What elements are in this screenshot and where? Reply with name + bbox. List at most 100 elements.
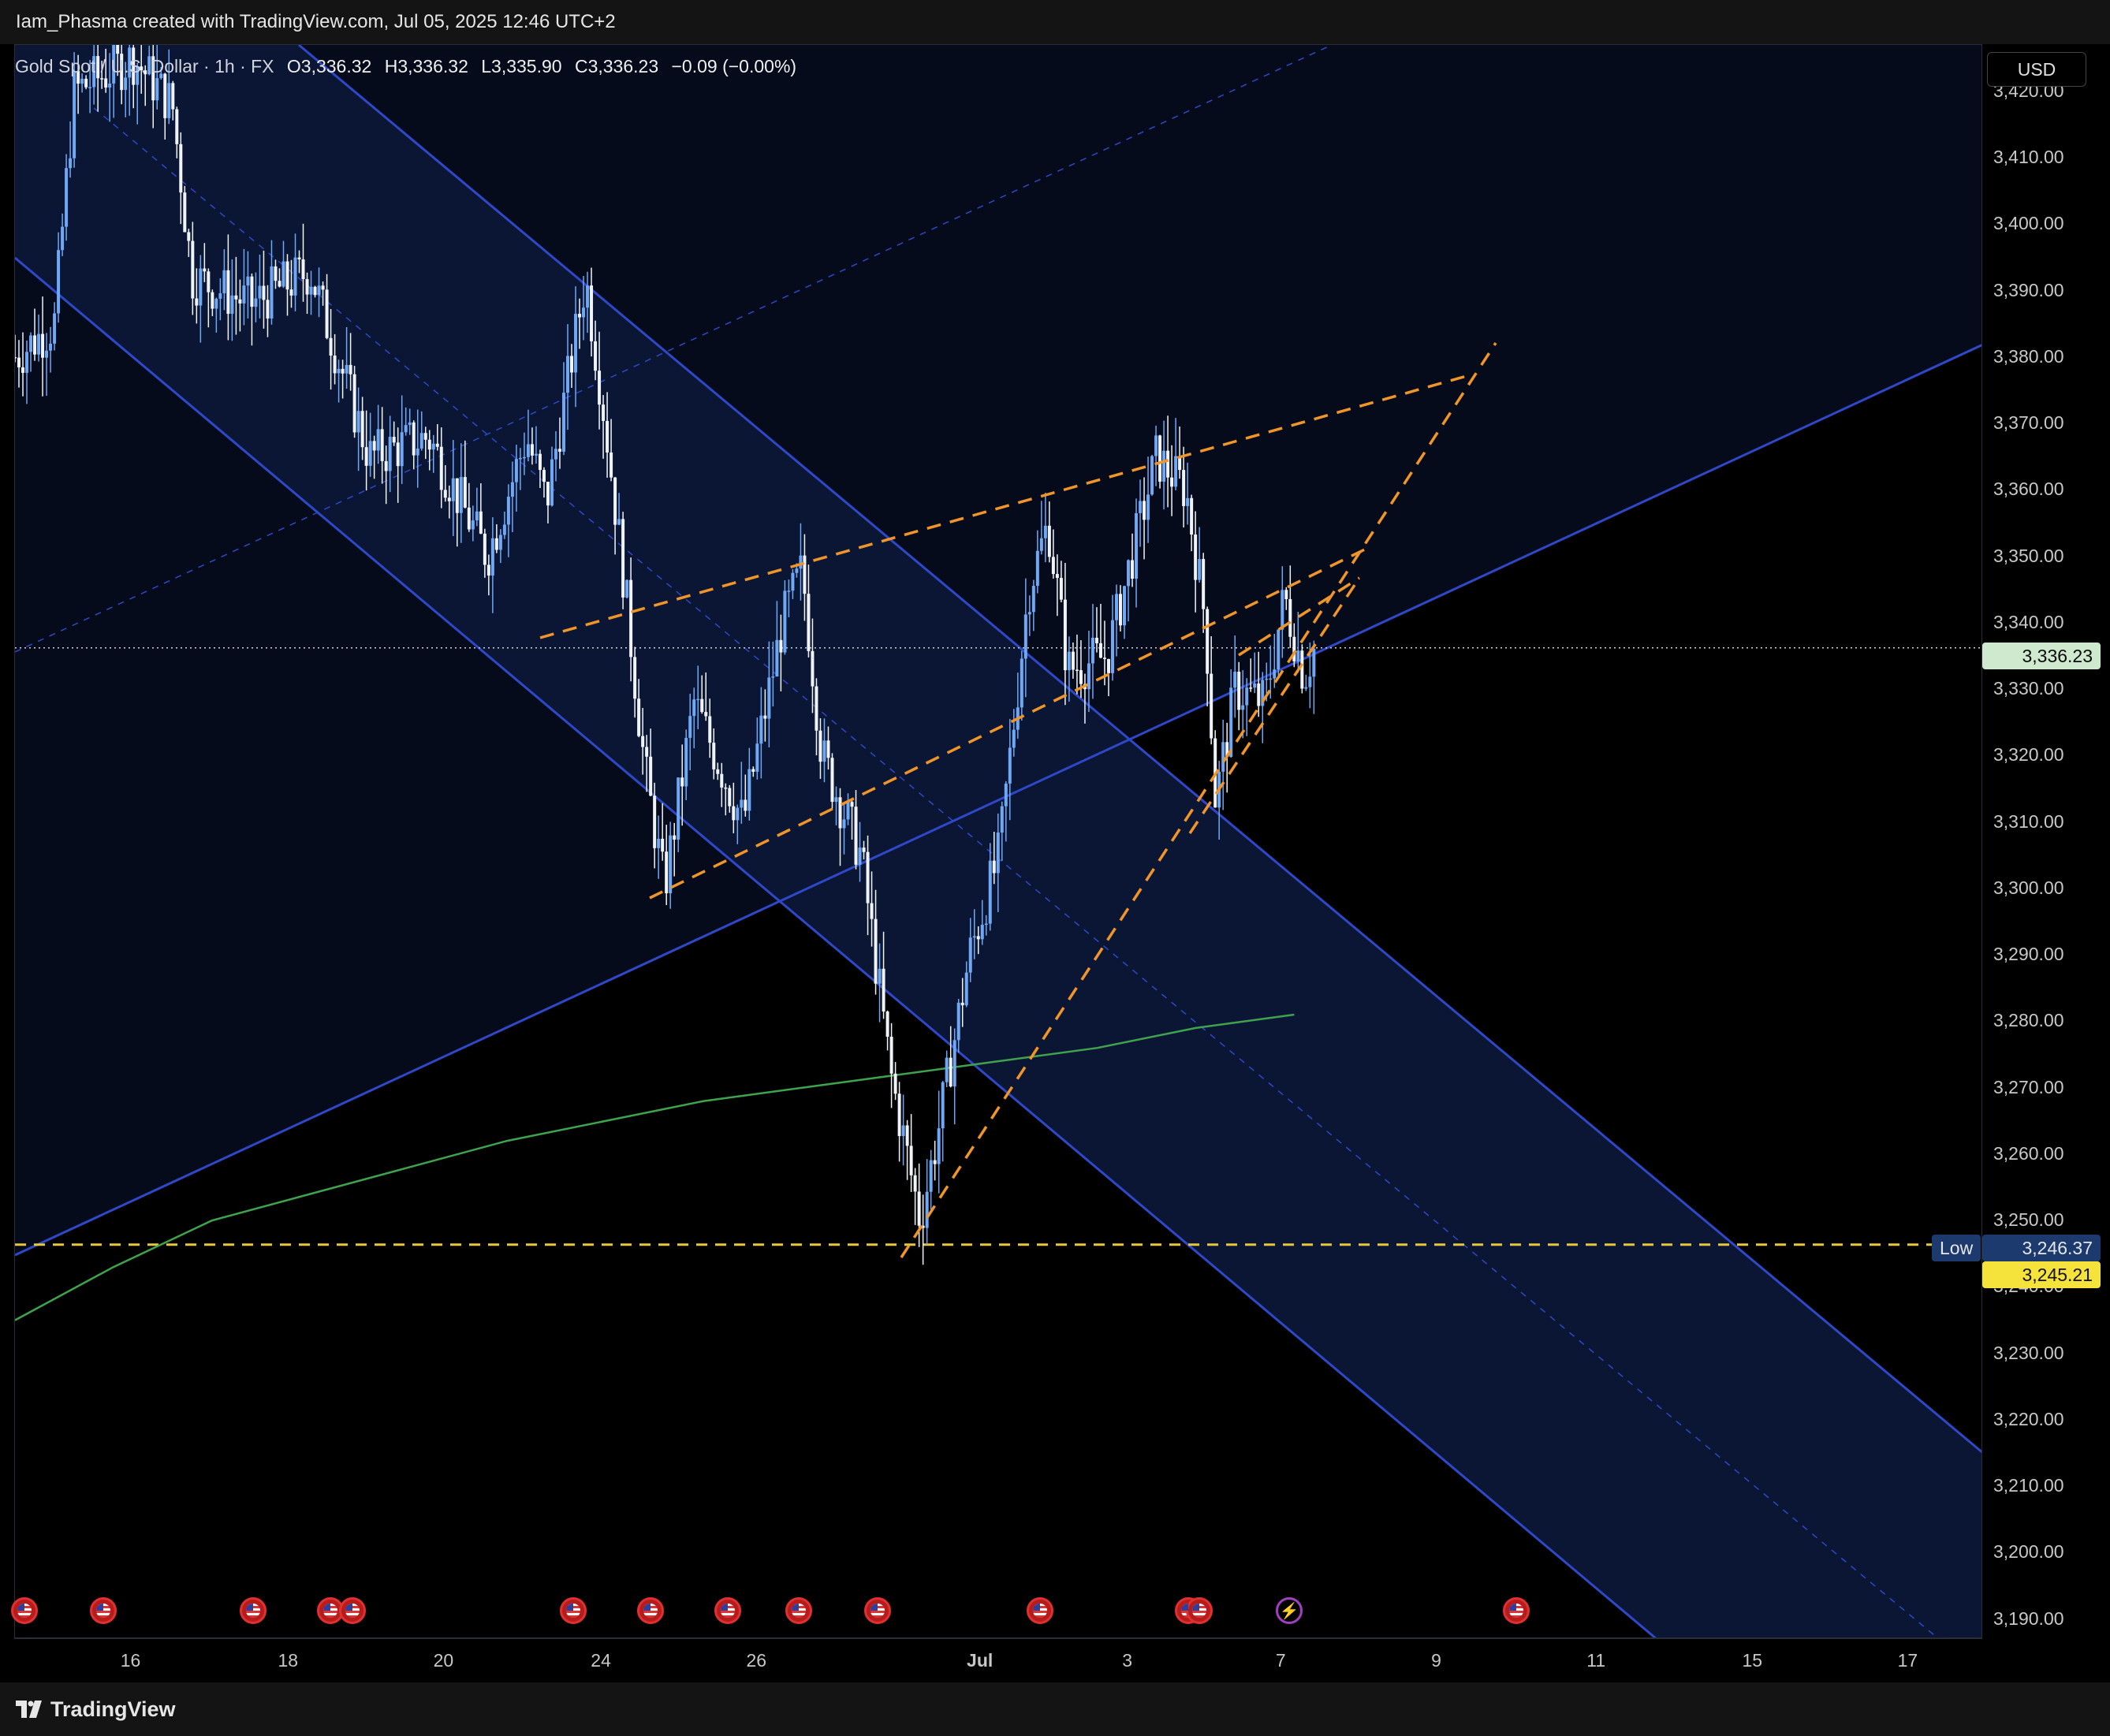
candle-body: [352, 374, 356, 433]
time-axis[interactable]: 16 18 20 24 26 Jul 3 7 9 11 15 17: [14, 1638, 1982, 1682]
candle-body: [1292, 636, 1296, 661]
candle-body: [945, 1057, 949, 1082]
tradingview-logo[interactable]: TradingView: [0, 1697, 176, 1722]
candle-body: [1115, 594, 1119, 620]
price-tick-label: 3,220.00: [1993, 1408, 2064, 1429]
candle-body: [933, 1160, 937, 1164]
tradingview-logo-icon: [16, 1701, 42, 1718]
candle-body: [1237, 672, 1241, 710]
us-flag-icon[interactable]: [714, 1597, 741, 1624]
candle-body: [1063, 599, 1067, 671]
candle-body: [1106, 658, 1110, 673]
candle-body: [1110, 620, 1114, 673]
us-flag-icon[interactable]: [560, 1597, 587, 1624]
candle-body: [423, 433, 427, 440]
candle-body: [866, 851, 870, 903]
candle-body: [526, 444, 530, 457]
candle-body: [80, 78, 84, 84]
candle-body: [45, 350, 49, 358]
lightning-icon[interactable]: ⚡: [1276, 1597, 1303, 1624]
header-bar: Iam_Phasma created with TradingView.com,…: [0, 0, 2110, 44]
low-label-badge: Low: [1932, 1235, 1981, 1261]
candle-body: [195, 298, 199, 306]
us-flag-icon[interactable]: [11, 1597, 38, 1624]
candle-body: [1039, 538, 1043, 551]
candle-body: [1135, 512, 1139, 579]
candle-body: [494, 538, 498, 550]
candle-body: [610, 452, 613, 478]
candle-body: [171, 83, 175, 110]
candle-body: [550, 459, 554, 506]
candle-body: [475, 511, 479, 521]
price-tick-label: 3,350.00: [1993, 545, 2064, 566]
candle-body: [435, 443, 439, 447]
us-flag-icon[interactable]: [240, 1597, 267, 1624]
candle-body: [909, 1146, 913, 1175]
candle-body: [84, 78, 88, 88]
candle-body: [1075, 669, 1079, 671]
candle-body: [506, 497, 510, 525]
candle-body: [1158, 435, 1162, 482]
candle-body: [956, 1002, 960, 1041]
candle-body: [1090, 637, 1094, 664]
candle-body: [479, 511, 483, 534]
candle-body: [574, 314, 578, 373]
candle-body: [633, 657, 637, 699]
candle-body: [582, 307, 586, 318]
us-flag-icon[interactable]: [864, 1597, 891, 1624]
time-tick-label: 26: [746, 1650, 767, 1671]
us-flag-icon[interactable]: [339, 1597, 366, 1624]
candle-body: [803, 555, 807, 594]
candle-body: [1284, 590, 1288, 599]
price-tick-label: 3,290.00: [1993, 944, 2064, 965]
candle-body: [684, 737, 688, 787]
candle-body: [996, 833, 1000, 874]
chart-pane[interactable]: Gold Spot / U.S. Dollar · 1h · FX O3,336…: [14, 44, 1982, 1638]
level-value-badge: 3,245.21: [1982, 1261, 2101, 1288]
candle-body: [629, 579, 633, 658]
candle-body: [637, 698, 641, 736]
candle-body: [1119, 594, 1123, 626]
candle-body: [29, 335, 33, 352]
candle-body: [830, 758, 834, 803]
candle-body: [396, 442, 400, 467]
candle-body: [858, 848, 862, 865]
candle-body: [692, 699, 696, 717]
time-tick-label: 20: [433, 1650, 454, 1671]
candle-body: [586, 285, 590, 308]
candle-body: [309, 286, 313, 295]
us-flag-icon[interactable]: [1027, 1597, 1053, 1624]
us-flag-icon[interactable]: [1186, 1597, 1213, 1624]
candle-body: [799, 555, 803, 569]
us-flag-icon[interactable]: [1503, 1597, 1530, 1624]
candle-body: [408, 422, 412, 426]
candle-body: [617, 519, 621, 525]
candle-body: [1146, 494, 1150, 520]
candle-body: [854, 807, 858, 865]
candle-body: [61, 226, 65, 251]
price-tick-label: 3,260.00: [1993, 1142, 2064, 1164]
candle-body: [566, 356, 570, 393]
candle-body: [677, 777, 680, 840]
currency-button[interactable]: USD: [1987, 52, 2086, 87]
us-flag-icon[interactable]: [90, 1597, 117, 1624]
price-axis[interactable]: 3,420.00 3,410.00 3,400.00 3,390.00 3,380.00…: [1982, 44, 2110, 1638]
candle-body: [514, 459, 518, 482]
candle-body: [108, 83, 112, 88]
candle-body: [542, 470, 546, 482]
candle-body: [952, 1040, 956, 1087]
candle-body: [984, 923, 988, 926]
candle-body: [917, 1191, 921, 1226]
candle-body: [360, 411, 364, 448]
us-flag-icon[interactable]: [637, 1597, 664, 1624]
candle-body: [356, 411, 360, 433]
candle-body: [1020, 658, 1023, 708]
candle-body: [1241, 705, 1245, 710]
candle-body: [578, 314, 582, 318]
time-tick-label: 11: [1586, 1650, 1606, 1671]
price-tick-label: 3,280.00: [1993, 1010, 2064, 1031]
chart-canvas[interactable]: [15, 45, 1982, 1638]
candle-body: [1127, 560, 1131, 587]
candle-body: [1027, 612, 1031, 615]
us-flag-icon[interactable]: [785, 1597, 812, 1624]
